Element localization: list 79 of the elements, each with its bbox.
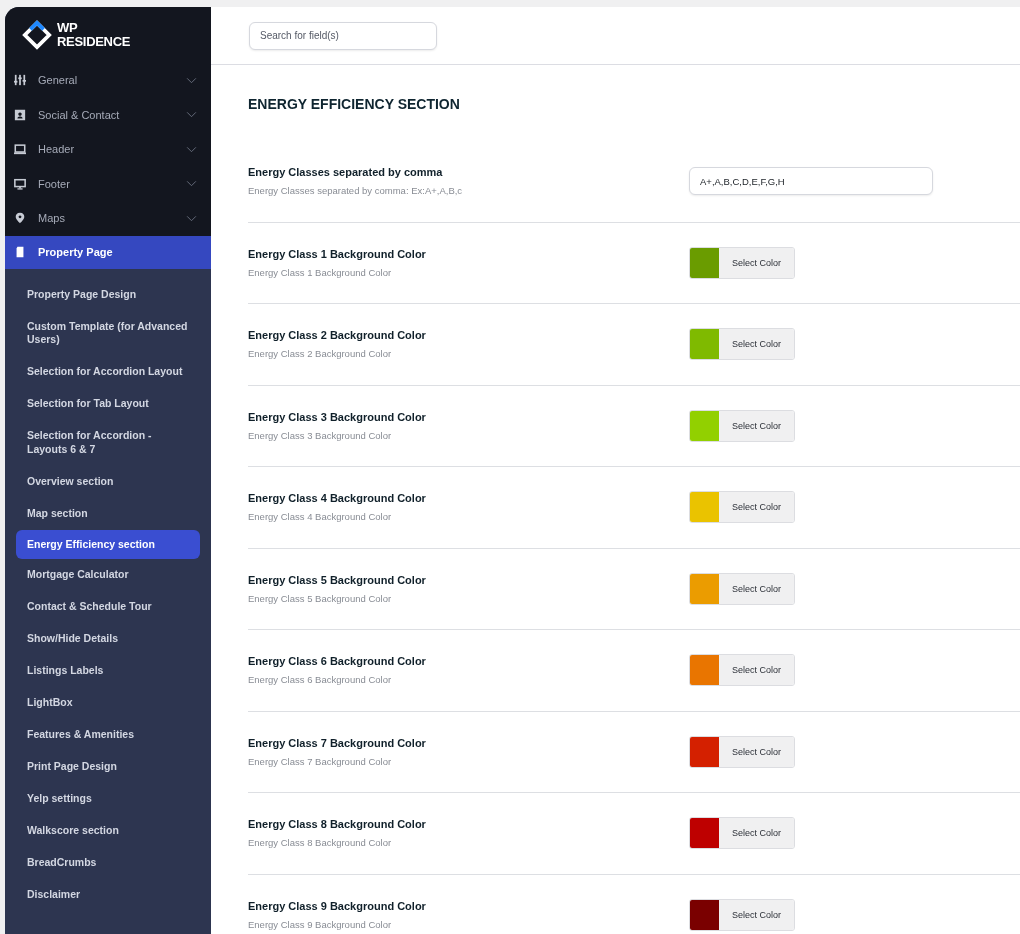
submenu-item[interactable]: Show/Hide Details [16, 623, 200, 655]
submenu-item[interactable]: Yelp settings [16, 783, 200, 815]
field-description: Energy Classes separated by comma: Ex:A+,A,B,c [248, 185, 464, 197]
color-swatch[interactable] [690, 573, 719, 604]
search-field[interactable]: Search for field(s) [249, 21, 437, 50]
sliders-icon [14, 74, 26, 87]
field-description: Energy Class 3 Background Color [248, 429, 393, 441]
field-description: Energy Class 6 Background Color [248, 674, 393, 686]
submenu-item[interactable]: Print Page Design [16, 751, 200, 783]
submenu-item[interactable]: Mortgage Calculator [16, 559, 200, 591]
submenu-item[interactable]: Custom Template (for Advanced Users) [16, 310, 200, 356]
submenu-item[interactable]: Energy Efficiency section [16, 529, 200, 559]
submenu-item[interactable]: BreadCrumbs [16, 847, 200, 879]
field-title: Energy Class 3 Background Color [248, 410, 427, 423]
field-description: Energy Class 8 Background Color [248, 837, 393, 849]
menu-item[interactable]: General [5, 63, 211, 98]
color-swatch[interactable] [690, 818, 719, 849]
color-swatch[interactable] [690, 899, 719, 930]
color-swatch[interactable] [690, 329, 719, 360]
field-description: Energy Class 2 Background Color [248, 348, 393, 360]
logo-icon [20, 20, 54, 50]
submenu-item[interactable]: Walkscore section [16, 815, 200, 847]
submenu-item[interactable]: Map section [16, 497, 200, 530]
laptop-icon [14, 143, 26, 156]
input-field[interactable]: A+,A,B,C,D,E,F,G,H [689, 167, 933, 196]
field-title: Energy Class 4 Background Color [248, 492, 427, 505]
select-color-button[interactable]: Select Color [719, 247, 794, 278]
submenu-item[interactable]: LightBox [16, 687, 200, 719]
monitor-icon [14, 177, 26, 190]
color-swatch[interactable] [690, 410, 719, 441]
field-title: Energy Class 2 Background Color [248, 329, 427, 342]
field-title: Energy Class 9 Background Color [248, 899, 427, 912]
submenu-item[interactable]: Selection for Accordion - Layouts 6 & 7 [16, 420, 200, 466]
chevron-down-icon [186, 214, 197, 222]
chevron-down-icon [186, 180, 197, 188]
submenu-item[interactable]: Contact & Schedule Tour [16, 591, 200, 623]
field-title: Energy Class 1 Background Color [248, 247, 427, 260]
select-color-button[interactable]: Select Color [719, 410, 794, 441]
field-description: Energy Class 1 Background Color [248, 266, 393, 278]
menu-item[interactable]: Social & Contact [5, 97, 211, 132]
field-title: Energy Class 5 Background Color [248, 573, 427, 586]
field-description: Energy Class 4 Background Color [248, 511, 393, 523]
field-title: Energy Classes separated by comma [248, 166, 444, 179]
field-title: Energy Class 7 Background Color [248, 736, 427, 749]
chevron-down-icon [186, 111, 197, 119]
field-description: Energy Class 7 Background Color [248, 755, 393, 767]
field-title: Energy Class 6 Background Color [248, 655, 427, 668]
select-color-button[interactable]: Select Color [719, 818, 794, 849]
submenu-item[interactable]: Selection for Accordion Layout [16, 356, 200, 388]
submenu-item[interactable]: Disclaimer [16, 879, 200, 911]
menu-item[interactable]: Maps [5, 201, 211, 236]
submenu-item[interactable]: Overview section [16, 465, 200, 498]
menu-item[interactable]: Footer [5, 166, 211, 201]
menu-item[interactable]: Property Page [5, 235, 211, 269]
submenu-item[interactable]: Property Page Design [16, 278, 200, 311]
field-description: Energy Class 9 Background Color [248, 918, 393, 930]
select-color-button[interactable]: Select Color [719, 736, 794, 767]
field-title: Energy Class 8 Background Color [248, 818, 427, 831]
select-color-button[interactable]: Select Color [719, 655, 794, 686]
select-color-button[interactable]: Select Color [719, 329, 794, 360]
field-description: Energy Class 5 Background Color [248, 592, 393, 604]
select-color-button[interactable]: Select Color [719, 492, 794, 523]
submenu-item[interactable]: Listings Labels [16, 655, 200, 687]
logo-text: WP RESIDENCE [57, 21, 131, 49]
section-title: ENERGY EFFICIENCY SECTION [248, 95, 461, 114]
color-swatch[interactable] [690, 736, 719, 767]
chevron-down-icon [186, 145, 197, 153]
color-swatch[interactable] [690, 655, 719, 686]
select-color-button[interactable]: Select Color [719, 573, 794, 604]
menu-item[interactable]: Header [5, 132, 211, 167]
select-color-button[interactable]: Select Color [719, 899, 794, 930]
submenu-item[interactable]: Selection for Tab Layout [16, 388, 200, 420]
map-pin-icon [14, 212, 26, 225]
contact-card-icon [14, 108, 26, 121]
document-icon [14, 246, 26, 258]
color-swatch[interactable] [690, 492, 719, 523]
chevron-down-icon [186, 76, 197, 84]
color-swatch[interactable] [690, 247, 719, 278]
submenu-item[interactable]: Features & Amenities [16, 719, 200, 751]
